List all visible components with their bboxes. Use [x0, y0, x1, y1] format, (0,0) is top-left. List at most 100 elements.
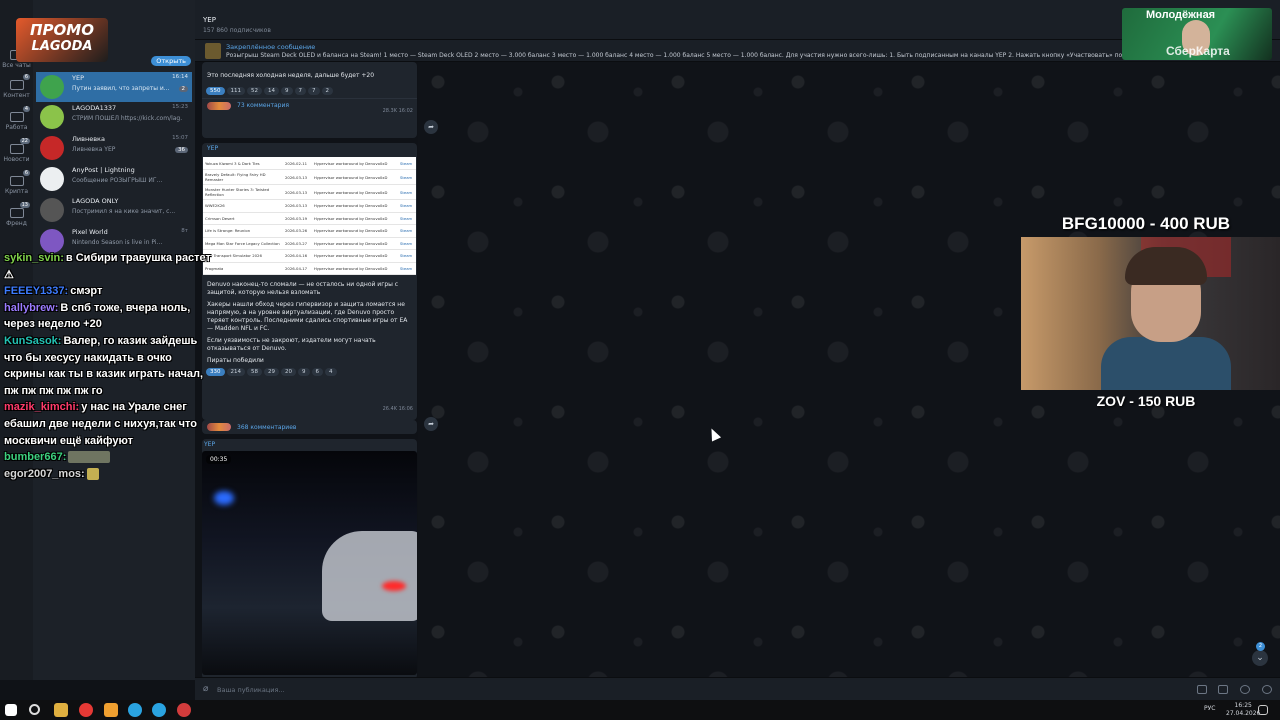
app-icon[interactable]: [104, 703, 118, 717]
forward-button[interactable]: ➦: [424, 120, 438, 134]
subscriber-count: 157 860 подписчиков: [203, 27, 271, 34]
reaction[interactable]: 214: [226, 368, 245, 376]
reaction[interactable]: 7: [294, 87, 306, 95]
table-cell[interactable]: Steam: [397, 184, 416, 200]
tank-emote: [68, 451, 111, 464]
table-cell[interactable]: Steam: [397, 249, 416, 263]
reaction[interactable]: 550: [206, 87, 225, 95]
reaction[interactable]: 7: [308, 87, 320, 95]
chat-message: bumber667:: [4, 449, 214, 466]
donation-bottom: ZOV - 150 RUB: [1096, 393, 1196, 409]
reaction[interactable]: 4: [325, 368, 337, 376]
telegram-active-icon[interactable]: [152, 703, 166, 717]
attach-icon[interactable]: ⌀: [203, 684, 208, 694]
table-cell: 2026-03-19: [283, 212, 312, 225]
table-cell[interactable]: Steam: [397, 212, 416, 225]
post-video: YEP 00:35: [202, 439, 417, 677]
table-cell: 2026-03-26: [283, 224, 312, 238]
reaction[interactable]: 29: [264, 368, 279, 376]
reaction[interactable]: 2: [321, 87, 333, 95]
chat-item-lagoda-only[interactable]: LAGODA ONLY Постримил я на кике значит, …: [36, 195, 192, 225]
table-row: Life is Strange: Reunion 2026-03-26 Hyperv…: [203, 224, 416, 238]
table-row: Bravely Default: Flying Fairy HD Remaste…: [203, 169, 416, 185]
chat-item-yep[interactable]: YEP Путин заявил, что запреты и... 16:14…: [36, 72, 192, 102]
folder-content[interactable]: 6 Контент: [0, 74, 33, 99]
commenter-avatars: [207, 101, 231, 110]
emote: [86, 467, 99, 480]
folder-news[interactable]: 22 Новости: [0, 138, 33, 163]
folder-crypto[interactable]: 6 Крипта: [0, 170, 33, 195]
channel-header[interactable]: YEP 157 860 подписчиков: [195, 0, 1280, 40]
clock[interactable]: 16:25 27.04.2026: [1226, 702, 1260, 718]
sber-ad-banner: Молодёжная СберКарта: [1122, 8, 1272, 60]
reaction[interactable]: 6: [311, 368, 323, 376]
table-cell[interactable]: Steam: [397, 199, 416, 213]
avatar: [40, 167, 64, 191]
windows-start-icon[interactable]: [5, 704, 17, 716]
video-player[interactable]: 00:35: [202, 451, 417, 675]
reaction[interactable]: 9: [281, 87, 293, 95]
message-composer: ⌀: [195, 677, 1280, 700]
table-cell: Hypervisor workaround by Denuvo0xD: [311, 237, 398, 250]
chat-item-anypost[interactable]: AnyPost | Lightning Сообщение РОЗЫГРЫШ И…: [36, 164, 192, 194]
table-cell: Hypervisor workaround by Denuvo0xD: [311, 169, 398, 185]
notification-icon[interactable]: [1258, 705, 1268, 715]
table-cell: Hypervisor workaround by Denuvo0xD: [311, 157, 398, 170]
folder-icon: [9, 176, 24, 186]
forward-button[interactable]: ➦: [424, 417, 438, 431]
reaction[interactable]: 20: [281, 368, 296, 376]
table-cell: Mega Man Star Force Legacy Collection: [203, 237, 283, 250]
message-feed[interactable]: Это последняя холодная неделя, дальше бу…: [202, 62, 417, 677]
scroll-down-button[interactable]: ⌄: [1252, 650, 1268, 666]
table-cell: 2026-03-13: [283, 199, 312, 213]
webcam-feed: [1021, 237, 1280, 390]
police-light: [214, 491, 234, 505]
message-input[interactable]: [217, 682, 817, 697]
table-cell: 2026-03-13: [283, 169, 312, 185]
table-row: Pragmata 2026-04-17 Hypervisor workaround …: [203, 262, 416, 275]
obs-icon[interactable]: [177, 703, 191, 717]
open-button[interactable]: Открыть: [151, 56, 191, 66]
table-cell: 2026-04-16: [283, 249, 312, 263]
chat-item-livnevka[interactable]: Ливневка Ливневка YEP 15:07 36: [36, 133, 192, 163]
send-icon[interactable]: [1262, 685, 1272, 694]
yandex-browser-icon[interactable]: [79, 703, 93, 717]
table-cell: 2026-03-27: [283, 237, 312, 250]
table-cell: City Transport Simulator 2026: [203, 249, 283, 263]
search-icon[interactable]: [29, 704, 40, 715]
channel-title: YEP: [203, 16, 216, 24]
post-cold-week: Это последняя холодная неделя, дальше бу…: [202, 62, 417, 138]
bot-commands-icon[interactable]: [1197, 685, 1207, 694]
table-cell[interactable]: Steam: [397, 157, 416, 170]
folder-icon: [9, 80, 24, 90]
table-row: WWE2K26 2026-03-13 Hypervisor workaround b…: [203, 199, 416, 213]
table-cell[interactable]: Steam: [397, 237, 416, 250]
pinned-message-bar[interactable]: Закреплённое сообщение Розыгрыш Steam De…: [195, 40, 1280, 62]
reaction[interactable]: 111: [226, 87, 245, 95]
folder-work[interactable]: 4 Работа: [0, 106, 33, 131]
reaction[interactable]: 52: [247, 87, 262, 95]
chat-message: mazik_kimchi: у нас на Урале снег ебашил …: [4, 401, 197, 447]
table-cell[interactable]: Steam: [397, 262, 416, 275]
mute-icon[interactable]: [1218, 685, 1228, 694]
reaction[interactable]: 58: [247, 368, 262, 376]
table-cell: 2026-03-13: [283, 184, 312, 200]
pinned-thumbnail: [205, 43, 221, 59]
telegram-icon[interactable]: [128, 703, 142, 717]
folder-friend[interactable]: 13 Френд: [0, 202, 33, 227]
emoji-icon[interactable]: [1240, 685, 1250, 694]
table-cell: 2026-04-17: [283, 262, 312, 275]
comments-link[interactable]: 368 комментариев: [202, 420, 417, 434]
chat-item-lagoda1337[interactable]: LAGODA1337 СТРИМ ПОШЕЛ https://kick.com/…: [36, 102, 192, 132]
reaction[interactable]: 9: [298, 368, 310, 376]
table-cell[interactable]: Steam: [397, 224, 416, 238]
table-cell[interactable]: Steam: [397, 169, 416, 185]
post-denuvo: YEP Yakuza Kiwami 3 & Dark Ties 2026-02-1…: [202, 143, 417, 420]
table-cell: Bravely Default: Flying Fairy HD Remaste…: [203, 169, 283, 185]
reaction[interactable]: 14: [264, 87, 279, 95]
file-explorer-icon[interactable]: [54, 703, 68, 717]
keyboard-language[interactable]: РУС: [1204, 705, 1215, 712]
chat-message: FEEEY1337: смэрт: [4, 285, 103, 298]
table-cell: Hypervisor workaround by Denuvo0xD: [311, 199, 398, 213]
folder-icon: [9, 112, 24, 122]
